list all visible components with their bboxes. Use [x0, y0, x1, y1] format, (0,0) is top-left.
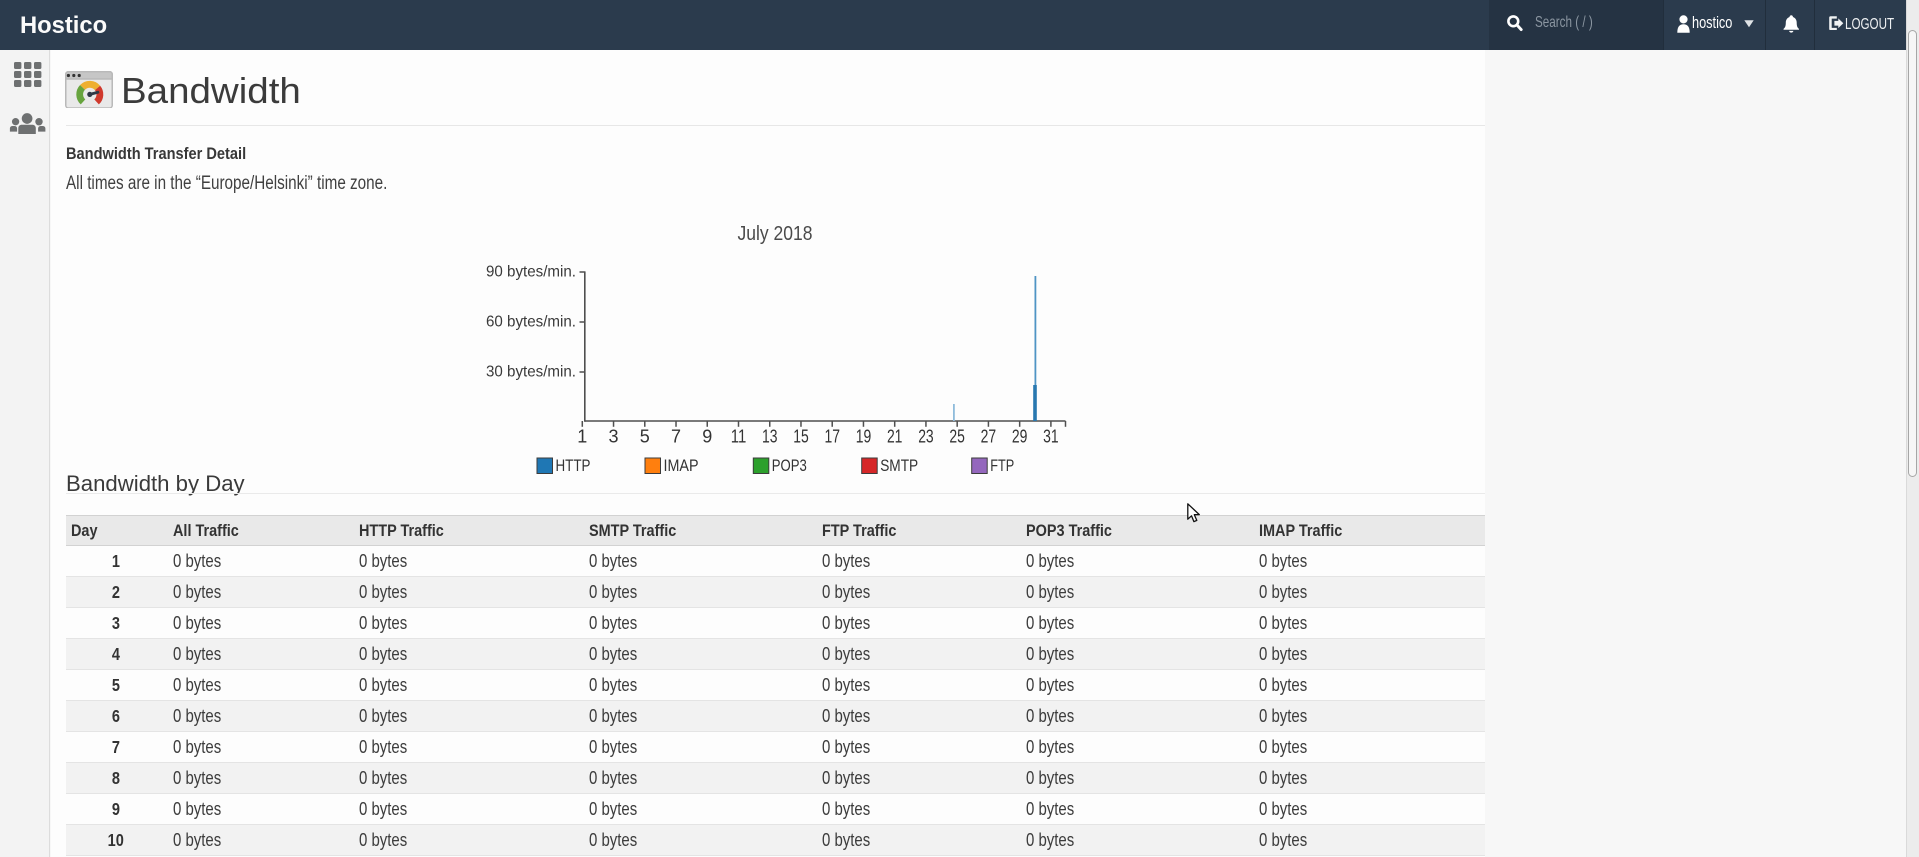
- svg-text:23: 23: [918, 426, 934, 446]
- svg-text:27: 27: [981, 426, 997, 446]
- svg-text:30 bytes/min.: 30 bytes/min.: [486, 363, 576, 380]
- svg-text:25: 25: [949, 426, 965, 446]
- svg-text:3: 3: [609, 426, 619, 446]
- svg-text:HTTP: HTTP: [556, 457, 591, 475]
- svg-text:19: 19: [856, 426, 872, 446]
- svg-text:7: 7: [671, 426, 681, 446]
- svg-text:IMAP: IMAP: [664, 457, 699, 475]
- svg-text:POP3: POP3: [772, 457, 807, 475]
- svg-text:July 2018: July 2018: [738, 222, 813, 245]
- svg-text:29: 29: [1012, 426, 1027, 446]
- svg-text:90 bytes/min.: 90 bytes/min.: [486, 263, 576, 280]
- svg-text:FTP: FTP: [990, 457, 1014, 475]
- svg-text:13: 13: [762, 426, 778, 446]
- svg-text:15: 15: [793, 426, 809, 446]
- svg-text:21: 21: [887, 426, 903, 446]
- svg-text:5: 5: [640, 426, 650, 446]
- svg-text:17: 17: [824, 426, 840, 446]
- svg-text:60 bytes/min.: 60 bytes/min.: [486, 313, 576, 330]
- svg-text:11: 11: [731, 426, 747, 446]
- svg-text:9: 9: [702, 426, 712, 446]
- svg-text:1: 1: [577, 426, 587, 446]
- svg-text:31: 31: [1043, 426, 1059, 446]
- svg-text:SMTP: SMTP: [880, 457, 918, 475]
